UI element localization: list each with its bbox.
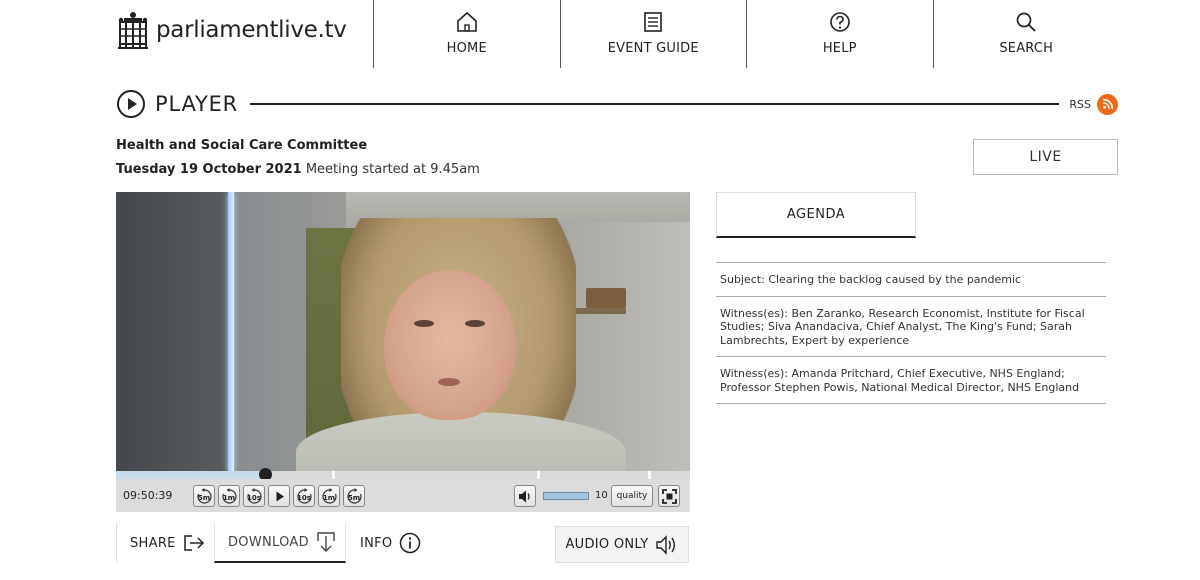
progress-fill xyxy=(116,471,266,479)
share-label: SHARE xyxy=(130,535,176,551)
agenda-item: Witness(es): Ben Zaranko, Research Econo… xyxy=(716,295,1106,357)
speaker xyxy=(414,320,434,327)
info-button[interactable]: INFO xyxy=(346,523,436,563)
rss-label[interactable]: RSS xyxy=(1069,98,1091,111)
skip-forward-1m-label: 1m xyxy=(322,493,336,502)
player-actions: SHARE DOWNLOAD INFO xyxy=(116,523,436,563)
volume-icon xyxy=(519,490,530,502)
share-icon xyxy=(183,535,204,551)
video-frame[interactable] xyxy=(116,192,690,472)
speaker xyxy=(465,320,485,327)
portcullis-icon xyxy=(118,12,148,49)
committee-name: Health and Social Care Committee xyxy=(116,138,368,153)
player-header: PLAYER RSS xyxy=(116,88,1118,120)
skip-back-1m-label: 1m xyxy=(222,493,236,502)
nav-event-guide[interactable]: EVENT GUIDE xyxy=(559,0,747,68)
share-button[interactable]: SHARE xyxy=(116,523,214,563)
help-icon xyxy=(829,12,850,32)
info-label: INFO xyxy=(360,535,393,551)
divider-line xyxy=(250,103,1060,105)
audio-only-label: AUDIO ONLY xyxy=(565,537,649,552)
meeting-start-time: Meeting started at 9.45am xyxy=(305,162,480,177)
speaker-icon xyxy=(655,534,675,555)
nav-search[interactable]: SEARCH xyxy=(932,0,1120,68)
logo-text: parliamentlive.tv xyxy=(156,17,347,43)
quality-button[interactable]: quality xyxy=(611,484,653,507)
document-icon xyxy=(644,12,663,32)
play-button[interactable] xyxy=(268,484,290,507)
site-logo[interactable]: parliamentlive.tv xyxy=(116,8,347,52)
volume-value: 10 xyxy=(595,490,608,501)
skip-back-1m-button[interactable]: 1m xyxy=(218,484,240,507)
progress-marker xyxy=(648,471,651,479)
progress-marker xyxy=(332,471,335,479)
player-title: PLAYER xyxy=(155,92,239,116)
skip-forward-5m-button[interactable]: 5m xyxy=(343,484,365,507)
agenda-item: Witness(es): Amanda Pritchard, Chief Exe… xyxy=(716,356,1106,404)
speaker xyxy=(438,378,460,386)
home-icon xyxy=(456,11,477,32)
fullscreen-icon xyxy=(662,488,677,504)
skip-forward-1m-button[interactable]: 1m xyxy=(318,484,340,507)
live-button[interactable]: LIVE xyxy=(973,139,1118,175)
video-background xyxy=(586,288,626,308)
nav-event-guide-label: EVENT GUIDE xyxy=(607,41,699,56)
nav-home[interactable]: HOME xyxy=(373,0,560,68)
download-icon xyxy=(317,532,335,552)
speaker xyxy=(384,270,516,420)
video-background xyxy=(228,192,234,472)
nav-help[interactable]: HELP xyxy=(746,0,933,68)
progress-bar[interactable] xyxy=(116,468,690,481)
video-background xyxy=(116,192,234,472)
play-icon xyxy=(276,491,284,501)
tab-agenda[interactable]: AGENDA xyxy=(716,192,916,238)
nav-help-label: HELP xyxy=(822,41,857,56)
info-icon xyxy=(400,532,421,554)
skip-back-5m-button[interactable]: 5m xyxy=(193,484,215,507)
skip-forward-10s-button[interactable]: 10s xyxy=(293,484,315,507)
volume-fill xyxy=(544,492,588,499)
volume-slider[interactable] xyxy=(543,491,589,500)
progress-marker xyxy=(537,471,540,479)
nav-home-label: HOME xyxy=(446,41,487,56)
rss-icon[interactable] xyxy=(1097,93,1118,115)
skip-back-5m-label: 5m xyxy=(197,493,211,502)
current-time: 09:50:39 xyxy=(123,489,173,502)
download-button[interactable]: DOWNLOAD xyxy=(214,523,346,563)
play-circle-icon xyxy=(117,90,145,118)
nav-search-label: SEARCH xyxy=(999,41,1054,56)
agenda-item: Subject: Clearing the backlog caused by … xyxy=(716,262,1106,296)
audio-only-button[interactable]: AUDIO ONLY xyxy=(555,526,689,563)
mute-button[interactable] xyxy=(514,484,536,507)
agenda-list: Subject: Clearing the backlog caused by … xyxy=(716,262,1106,404)
skip-forward-5m-label: 5m xyxy=(347,493,361,502)
main-nav: HOME EVENT GUIDE HELP SEARCH xyxy=(373,0,1119,68)
meeting-date-line: Tuesday 19 October 2021 Meeting started … xyxy=(116,162,480,177)
meeting-date: Tuesday 19 October 2021 xyxy=(116,162,302,177)
fullscreen-button[interactable] xyxy=(658,484,680,507)
skip-forward-10s-label: 10s xyxy=(297,493,311,502)
search-icon xyxy=(1016,12,1036,32)
download-label: DOWNLOAD xyxy=(228,534,309,550)
skip-back-10s-button[interactable]: 10s xyxy=(243,484,265,507)
video-controls: 09:50:39 5m 1m 10s 10s 1m 5m 10 quality xyxy=(116,479,690,512)
skip-back-10s-label: 10s xyxy=(247,493,261,502)
